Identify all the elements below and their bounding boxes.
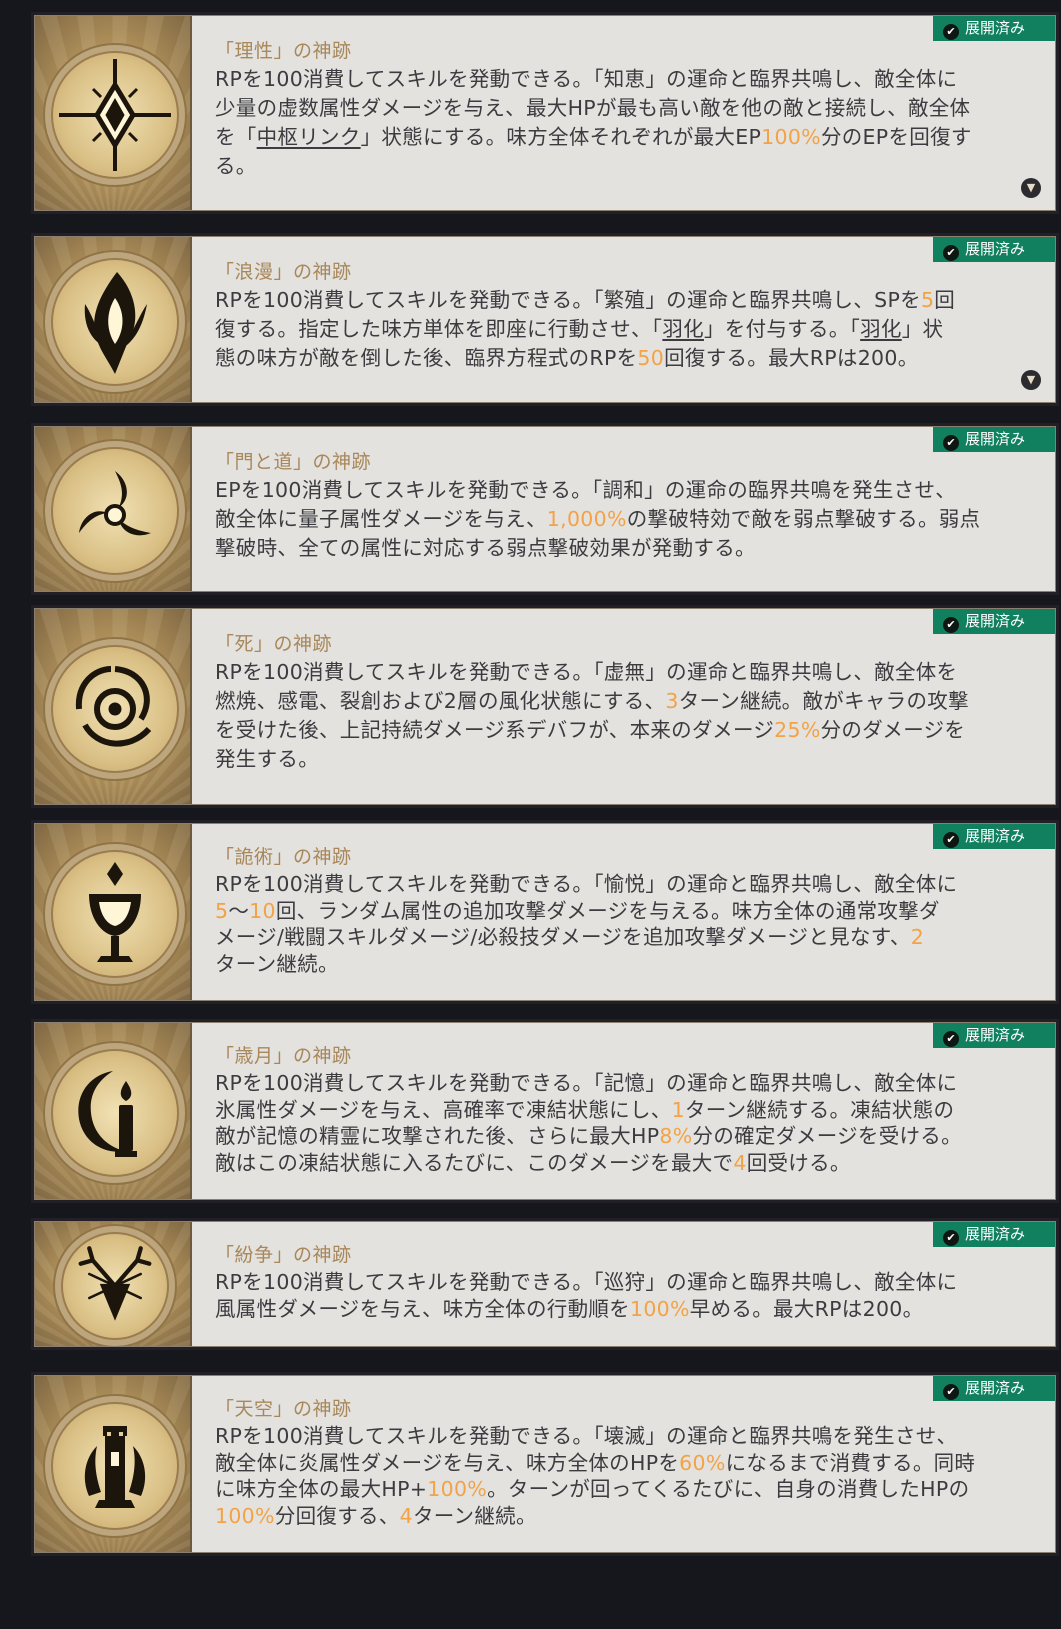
highlight-value: 4 — [733, 1150, 747, 1175]
highlight-value: 5 — [215, 898, 229, 923]
highlight-value: 2 — [910, 925, 925, 949]
card-icon-panel — [35, 237, 192, 402]
highlight-value: 100% — [629, 1296, 690, 1321]
chalice-icon — [88, 862, 141, 962]
card-description: RPを100消費してスキルを発動できる。「愉悦」の運命と臨界共鳴し、敵全体に 5～… — [215, 872, 958, 976]
flaming-tower-icon — [84, 1426, 145, 1508]
card-description: RPを100消費してスキルを発動できる。「記憶」の運命と臨界共鳴し、敵全体に 氷属… — [215, 1071, 962, 1175]
highlight-value: 8% — [659, 1124, 693, 1148]
vortex-eye-icon — [75, 665, 151, 746]
card-icon-panel — [35, 427, 192, 591]
card-description: RPを100消費してスキルを発動できる。「壊滅」の運命と臨界共鳴を発生させ、 敵全… — [215, 1424, 976, 1528]
chevron-down-icon[interactable]: ▼ — [1021, 370, 1041, 390]
highlight-value: 60% — [679, 1450, 726, 1475]
highlight-value: 3 — [665, 689, 679, 713]
keyword-link[interactable]: 羽化 — [662, 317, 704, 341]
highlight-value: 1,000% — [546, 507, 627, 531]
card-title: 「詭術」の神跡 — [215, 846, 352, 868]
card-icon-panel — [35, 1222, 192, 1346]
card-title: 「門と道」の神跡 — [215, 451, 372, 473]
highlight-value: 1 — [671, 1097, 685, 1122]
miracle-card-conflict[interactable]: ✔ 展開済み 「紛争」の神跡 RPを100消費してスキルを発動できる。「巡狩」の運… — [34, 1221, 1056, 1347]
card-icon-panel — [35, 609, 192, 804]
miracle-card-romance[interactable]: ✔ 展開済み 「浪漫」の神跡 RPを100消費してスキルを発動できる。「繁殖」の運… — [34, 236, 1056, 403]
card-icon-panel — [35, 1376, 192, 1552]
keyword-link[interactable]: 羽化 — [860, 317, 902, 341]
miracle-card-reason[interactable]: ✔ 展開済み 「理性」の神跡 RPを100消費してスキルを発動できる。「知恵」の運… — [34, 15, 1056, 211]
card-icon-panel — [35, 16, 192, 210]
moon-candle-icon — [77, 1071, 137, 1157]
highlight-value: 100% — [761, 125, 821, 149]
highlight-value: 50 — [637, 346, 665, 370]
flame-feather-icon — [84, 271, 147, 374]
card-description: RPを100消費してスキルを発動できる。「繁殖」の運命と臨界共鳴し、SPを5回復… — [215, 288, 956, 370]
card-icon-panel — [35, 824, 192, 1000]
highlight-value: 25% — [774, 718, 821, 742]
miracle-card-gate-and-path[interactable]: ✔ 展開済み 「門と道」の神跡 EPを100消費してスキルを発動できる。「調和」の… — [34, 426, 1056, 592]
card-description: EPを100消費してスキルを発動できる。「調和」の運命の臨界共鳴を発生させ、 敵全… — [215, 478, 981, 560]
miracle-card-sky[interactable]: ✔ 展開済み 「天空」の神跡 RPを100消費してスキルを発動できる。「壊滅」の運… — [34, 1375, 1056, 1553]
card-title: 「歳月」の神跡 — [215, 1045, 352, 1067]
highlight-value: 5 — [920, 288, 935, 312]
card-icon-panel — [35, 1023, 192, 1199]
card-description: RPを100消費してスキルを発動できる。「知恵」の運命と臨界共鳴し、敵全体に 少量… — [215, 67, 972, 178]
highlight-value: 4 — [399, 1503, 413, 1528]
card-title: 「紛争」の神跡 — [215, 1244, 352, 1266]
card-title: 「浪漫」の神跡 — [215, 261, 352, 283]
card-description: RPを100消費してスキルを発動できる。「巡狩」の運命と臨界共鳴し、敵全体に 風属… — [215, 1270, 958, 1321]
triskelion-icon — [78, 471, 151, 536]
card-title: 「死」の神跡 — [215, 633, 333, 655]
chevron-down-icon[interactable]: ▼ — [1021, 178, 1041, 198]
highlight-value: 100% — [427, 1477, 488, 1501]
highlight-value: 10 — [249, 898, 276, 923]
card-description: RPを100消費してスキルを発動できる。「虚無」の運命と臨界共鳴し、敵全体を 燃焼… — [215, 660, 969, 771]
miracle-card-trickery[interactable]: ✔ 展開済み 「詭術」の神跡 RPを100消費してスキルを発動できる。「愉悦」の運… — [34, 823, 1056, 1001]
antlered-beast-icon — [78, 1246, 151, 1321]
highlight-value: 100% — [215, 1503, 275, 1528]
miracle-card-time[interactable]: ✔ 展開済み 「歳月」の神跡 RPを100消費してスキルを発動できる。「記憶」の運… — [34, 1022, 1056, 1200]
keyword-link[interactable]: 中枢リンク — [257, 125, 361, 149]
card-title: 「天空」の神跡 — [215, 1398, 352, 1420]
card-title: 「理性」の神跡 — [215, 40, 352, 62]
miracle-card-death[interactable]: ✔ 展開済み 「死」の神跡 RPを100消費してスキルを発動できる。「虚無」の運命… — [34, 608, 1056, 805]
crystal-cross-icon — [58, 59, 171, 171]
